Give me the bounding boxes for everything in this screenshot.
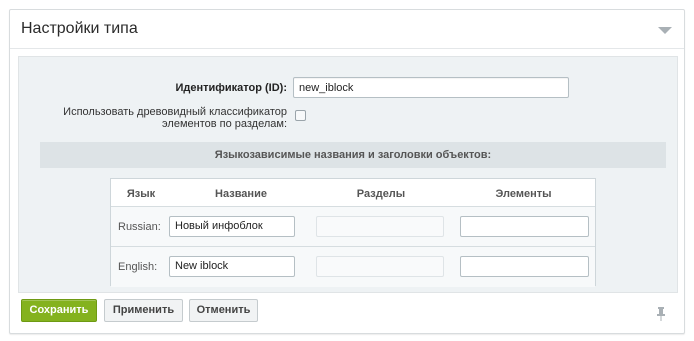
tree-classifier-label: Использовать древовидный классификатор э… (63, 106, 287, 130)
column-header-language: Язык (126, 188, 156, 200)
pin-icon[interactable] (656, 307, 666, 321)
column-header-elements: Элементы (495, 188, 552, 200)
apply-button[interactable]: Применить (104, 299, 183, 322)
save-button[interactable]: Сохранить (21, 299, 97, 322)
table-row: English: New iblock (111, 247, 595, 287)
id-label: Идентификатор (ID): (175, 82, 287, 94)
table-header: Язык Название Разделы Элементы (111, 179, 595, 207)
name-input-english[interactable]: New iblock (169, 256, 295, 277)
table-row: Russian: Новый инфоблок (111, 207, 595, 247)
elements-input-russian[interactable] (460, 216, 589, 237)
column-header-sections: Разделы (356, 188, 406, 200)
sections-input-russian[interactable] (316, 216, 444, 237)
row-language-label: English: (118, 261, 158, 273)
title-divider (10, 48, 684, 49)
section-header: Языкозависимые названия и заголовки объе… (40, 142, 666, 168)
elements-input-english[interactable] (460, 256, 589, 277)
tree-classifier-checkbox[interactable] (295, 110, 306, 121)
settings-panel: Настройки типа Идентификатор (ID): Испол… (9, 9, 685, 334)
column-header-name: Название (215, 188, 267, 200)
panel-title: Настройки типа (21, 20, 138, 37)
id-input[interactable] (293, 77, 569, 98)
chevron-down-icon[interactable] (658, 27, 672, 34)
name-input-russian[interactable]: Новый инфоблок (169, 216, 295, 237)
row-language-label: Russian: (118, 221, 161, 233)
form-content: Идентификатор (ID): Использовать древови… (18, 56, 678, 293)
language-table: Язык Название Разделы Элементы Russian: … (110, 178, 596, 287)
sections-input-english[interactable] (316, 256, 444, 277)
cancel-button[interactable]: Отменить (189, 299, 258, 322)
